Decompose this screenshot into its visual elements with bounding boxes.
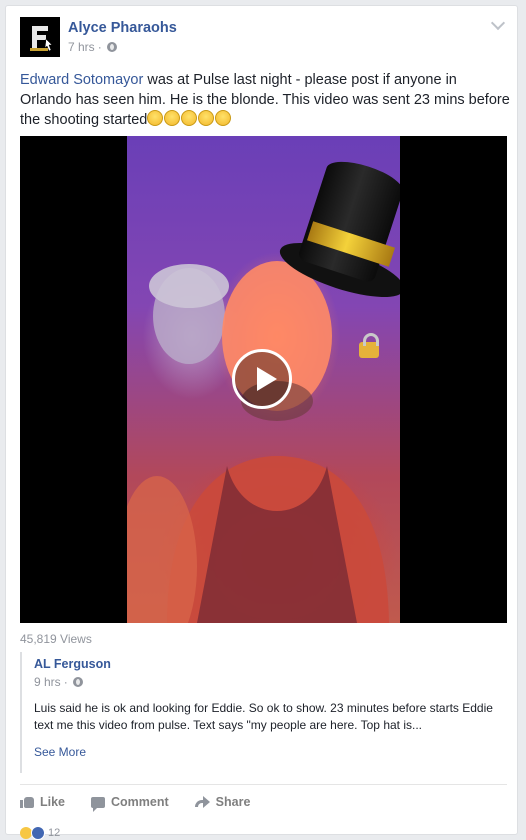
shared-timestamp[interactable]: 9 hrs — [34, 675, 61, 689]
comment-label: Comment — [111, 795, 169, 809]
post-text: Edward Sotomayor was at Pulse last night… — [20, 70, 510, 130]
fearful-face-emoji-icon — [164, 110, 181, 126]
video-view-count: 45,819 Views — [20, 632, 92, 646]
share-label: Share — [215, 795, 251, 809]
lock-icon — [359, 333, 379, 358]
meta-separator: · — [63, 675, 68, 689]
reactions-summary[interactable]: 12 — [20, 826, 60, 840]
shared-meta: 9 hrs · — [34, 675, 83, 689]
comment-icon — [91, 796, 106, 812]
post-meta: 7 hrs · — [68, 40, 117, 54]
reaction-count: 12 — [48, 827, 61, 839]
actions-divider — [20, 784, 507, 785]
shared-post: AL Ferguson 9 hrs · Luis said he is ok a… — [20, 652, 507, 773]
shared-author-name[interactable]: AL Ferguson — [34, 657, 111, 671]
tagged-person-link[interactable]: Edward Sotomayor — [20, 72, 143, 88]
shared-post-text: Luis said he is ok and looking for Eddie… — [34, 701, 493, 732]
globe-icon — [106, 42, 117, 52]
globe-icon — [72, 677, 83, 687]
share-arrow-icon — [194, 796, 210, 808]
see-more-link[interactable]: See More — [34, 745, 86, 759]
avatar-logo-icon — [20, 17, 60, 57]
post-timestamp[interactable]: 7 hrs — [68, 40, 95, 54]
fearful-face-emoji-icon — [198, 110, 215, 126]
fearful-face-emoji-icon — [181, 110, 198, 126]
thumbs-up-icon — [20, 796, 34, 808]
action-bar: Like Comment Share — [20, 791, 507, 813]
like-button[interactable]: Like — [20, 795, 65, 809]
fearful-face-emoji-icon — [147, 110, 164, 126]
share-button[interactable]: Share — [194, 795, 251, 809]
post-author-name[interactable]: Alyce Pharaohs — [68, 20, 177, 36]
meta-separator: · — [97, 40, 102, 54]
chevron-down-icon[interactable] — [490, 15, 506, 31]
comment-button[interactable]: Comment — [91, 795, 169, 812]
fearful-face-emoji-icon — [215, 110, 232, 126]
author-avatar[interactable] — [20, 17, 60, 57]
like-reaction-icon — [31, 826, 45, 840]
post-card: Alyce Pharaohs 7 hrs · Edward Sotomayor … — [5, 5, 518, 840]
emoji-group — [147, 110, 232, 128]
like-label: Like — [40, 795, 66, 809]
play-icon[interactable] — [232, 349, 292, 409]
video-player[interactable] — [20, 136, 507, 623]
